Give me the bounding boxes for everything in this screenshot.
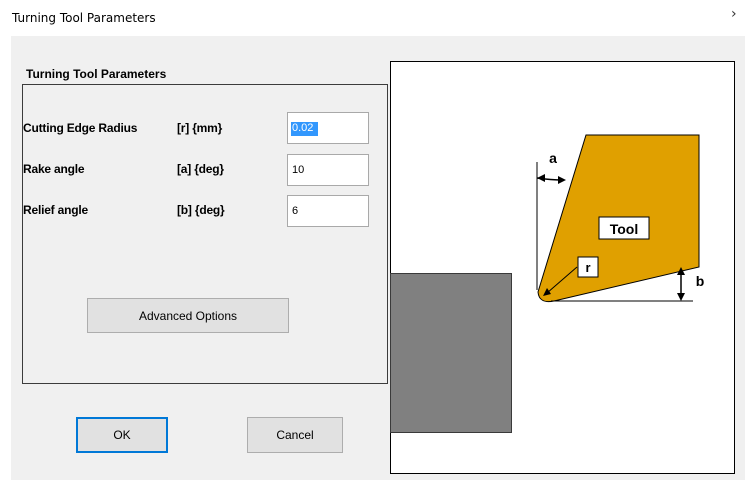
cancel-button[interactable]: Cancel xyxy=(247,417,343,453)
relief-angle-label: Relief angle xyxy=(23,203,88,217)
relief-arrow-down xyxy=(677,293,685,301)
rake-angle-label: Rake angle xyxy=(23,162,85,176)
cutting-edge-radius-unit: [r] {mm} xyxy=(177,121,223,135)
advanced-options-button[interactable]: Advanced Options xyxy=(87,298,289,333)
title-bar: Turning Tool Parameters › xyxy=(0,0,745,36)
rake-angle-value: 10 xyxy=(292,164,305,176)
rake-arrow-left xyxy=(537,174,545,182)
relief-angle-value: 6 xyxy=(292,205,299,217)
group-title: Turning Tool Parameters xyxy=(26,67,167,81)
rake-arrow-right xyxy=(558,176,566,184)
cutting-edge-radius-input[interactable]: 0.02 xyxy=(287,112,369,144)
relief-angle-input[interactable]: 6 xyxy=(287,195,369,227)
cutting-edge-radius-value: 0.02 xyxy=(292,122,314,134)
rake-angle-input[interactable]: 10 xyxy=(287,154,369,186)
close-icon[interactable]: › xyxy=(731,6,745,30)
tool-label: Tool xyxy=(610,221,639,237)
rake-angle-label: a xyxy=(549,150,557,166)
radius-label: r xyxy=(585,260,590,275)
cutting-edge-radius-label: Cutting Edge Radius xyxy=(23,121,138,135)
relief-angle-label: b xyxy=(696,273,705,289)
workpiece-block xyxy=(390,273,512,433)
rake-angle-unit: [a] {deg} xyxy=(177,162,224,176)
window-title: Turning Tool Parameters xyxy=(12,11,156,25)
relief-angle-unit: [b] {deg} xyxy=(177,203,225,217)
ok-button[interactable]: OK xyxy=(76,417,168,453)
